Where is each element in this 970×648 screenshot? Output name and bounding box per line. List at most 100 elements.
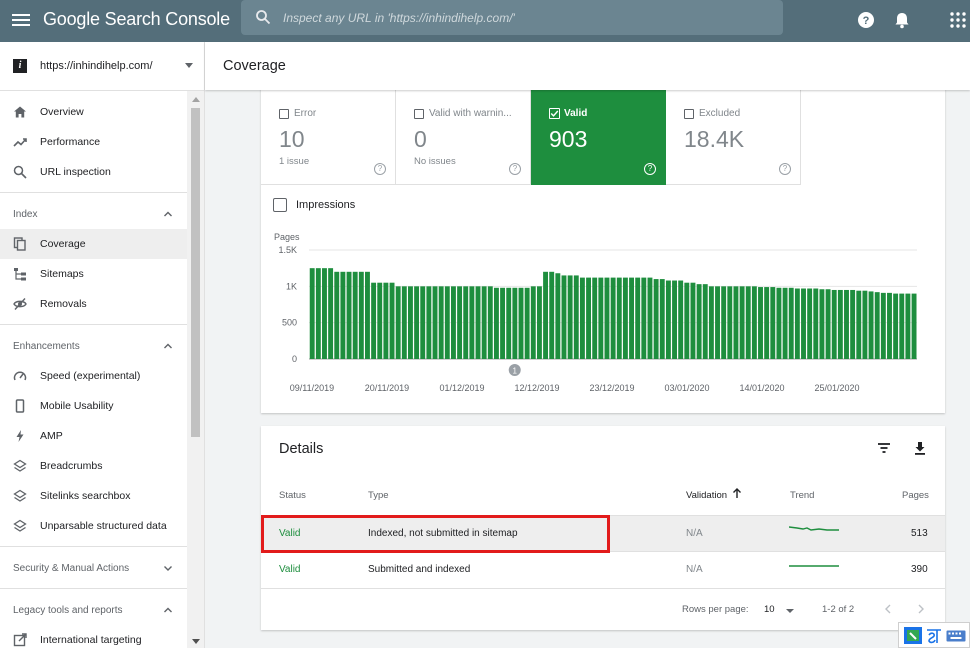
chart-bar[interactable] xyxy=(678,280,684,359)
chart-bar[interactable] xyxy=(788,287,794,359)
rows-per-page-select[interactable]: 10 xyxy=(764,604,775,615)
chart-bar[interactable] xyxy=(782,287,788,359)
nav-mobile-usability[interactable]: Mobile Usability xyxy=(0,391,187,421)
chart-bar[interactable] xyxy=(831,289,837,359)
chart-bar[interactable] xyxy=(880,292,886,359)
chart-bar[interactable] xyxy=(659,279,665,359)
chart-bar[interactable] xyxy=(377,282,383,359)
chart-bar[interactable] xyxy=(616,277,622,359)
checkbox[interactable] xyxy=(279,109,289,119)
chart-bar[interactable] xyxy=(868,291,874,359)
chart-bar[interactable] xyxy=(844,289,849,359)
property-selector[interactable]: i https://inhindihelp.com/ xyxy=(0,42,204,91)
chart-bar[interactable] xyxy=(389,282,395,359)
chart-bar[interactable] xyxy=(371,282,377,359)
section-legacy-tools[interactable]: Legacy tools and reports xyxy=(0,595,187,625)
chart-bar[interactable] xyxy=(536,286,542,359)
chart-bar[interactable] xyxy=(414,286,420,359)
chart-bar[interactable] xyxy=(911,293,917,359)
chart-bar[interactable] xyxy=(457,286,463,359)
chart-bar[interactable] xyxy=(328,268,334,359)
chart-bar[interactable] xyxy=(690,282,696,359)
chart-bar[interactable] xyxy=(653,279,659,359)
chart-bar[interactable] xyxy=(506,287,512,359)
chart-bar[interactable] xyxy=(715,286,720,359)
download-icon[interactable] xyxy=(912,440,928,456)
search-input[interactable] xyxy=(283,0,763,35)
nav-unparsable-structured-data[interactable]: Unparsable structured data xyxy=(0,511,187,541)
caret-down-icon[interactable] xyxy=(185,63,193,68)
chart-bar[interactable] xyxy=(487,286,493,359)
chart-bar[interactable] xyxy=(475,286,481,359)
checkbox[interactable] xyxy=(414,109,424,119)
chart-bar[interactable] xyxy=(444,286,450,359)
chart-bar[interactable] xyxy=(432,286,438,359)
table-row[interactable]: Valid Submitted and indexed N/A 390 xyxy=(261,551,945,587)
chart-bar[interactable] xyxy=(401,286,407,359)
tile-error[interactable]: Error 10 1 issue ? xyxy=(261,88,396,185)
chart-bar[interactable] xyxy=(586,277,592,359)
chart-bar[interactable] xyxy=(641,277,647,359)
apps-icon[interactable] xyxy=(948,10,968,30)
chart-bar[interactable] xyxy=(629,277,634,359)
chart-bar[interactable] xyxy=(702,284,708,359)
chart-bar[interactable] xyxy=(420,286,426,359)
help-icon[interactable]: ? xyxy=(374,163,386,175)
chart-bar[interactable] xyxy=(721,286,727,359)
chart-bar[interactable] xyxy=(708,286,714,359)
chart-bar[interactable] xyxy=(696,284,702,359)
caret-down-icon[interactable] xyxy=(785,608,795,614)
nav-sitemaps[interactable]: Sitemaps xyxy=(0,259,187,289)
chevron-left-icon[interactable] xyxy=(883,603,893,615)
chart-bar[interactable] xyxy=(500,287,506,359)
chart-bar[interactable] xyxy=(322,268,327,359)
chart-bar[interactable] xyxy=(561,275,567,359)
chart-bar[interactable] xyxy=(850,289,856,359)
chart-bar[interactable] xyxy=(408,286,413,359)
chart-bar[interactable] xyxy=(573,275,579,359)
chart-bar[interactable] xyxy=(579,277,585,359)
sidebar-scrollbar[interactable] xyxy=(187,91,204,648)
chart-bar[interactable] xyxy=(727,286,733,359)
chart-bar[interactable] xyxy=(592,277,598,359)
app-title[interactable]: Google Search Console xyxy=(43,9,230,30)
section-enhancements[interactable]: Enhancements xyxy=(0,331,187,361)
sort-arrow-up-icon[interactable] xyxy=(732,487,742,499)
chart-bar[interactable] xyxy=(524,287,530,359)
notifications-icon[interactable] xyxy=(892,10,912,30)
filter-icon[interactable] xyxy=(876,440,892,456)
nav-breadcrumbs[interactable]: Breadcrumbs xyxy=(0,451,187,481)
chart-bar[interactable] xyxy=(493,287,499,359)
col-validation[interactable]: Validation xyxy=(686,490,727,501)
chevron-right-icon[interactable] xyxy=(916,603,926,615)
nav-sitelinks-searchbox[interactable]: Sitelinks searchbox xyxy=(0,481,187,511)
chart-bar[interactable] xyxy=(426,286,432,359)
chart-bar[interactable] xyxy=(794,288,800,359)
chart-bar[interactable] xyxy=(543,271,549,359)
chart-bar[interactable] xyxy=(340,271,346,359)
chart-bar[interactable] xyxy=(365,271,370,359)
chart-bar[interactable] xyxy=(450,286,456,359)
chart-bar[interactable] xyxy=(776,287,782,359)
chart-bar[interactable] xyxy=(758,287,763,359)
chart-bar[interactable] xyxy=(549,271,555,359)
chart-bar[interactable] xyxy=(395,286,401,359)
nav-overview[interactable]: Overview xyxy=(0,97,187,127)
chart-bar[interactable] xyxy=(555,273,561,359)
menu-icon[interactable] xyxy=(12,11,30,31)
chart-bar[interactable] xyxy=(567,275,573,359)
chart-bar[interactable] xyxy=(745,286,751,359)
chart-bar[interactable] xyxy=(837,289,843,359)
col-type[interactable]: Type xyxy=(368,490,389,501)
tile-valid-with-warnings[interactable]: Valid with warnin... 0 No issues ? xyxy=(396,88,531,185)
chart-bar[interactable] xyxy=(813,288,819,359)
chart-bar[interactable] xyxy=(358,271,364,359)
col-pages[interactable]: Pages xyxy=(902,490,929,501)
chart-bar[interactable] xyxy=(807,288,813,359)
section-security-manual-actions[interactable]: Security & Manual Actions xyxy=(0,553,187,583)
checkbox-checked-icon[interactable] xyxy=(549,108,560,119)
help-icon[interactable]: ? xyxy=(509,163,521,175)
chart-bar[interactable] xyxy=(315,268,321,359)
chart-bar[interactable] xyxy=(383,282,389,359)
chart-bar[interactable] xyxy=(887,292,892,359)
